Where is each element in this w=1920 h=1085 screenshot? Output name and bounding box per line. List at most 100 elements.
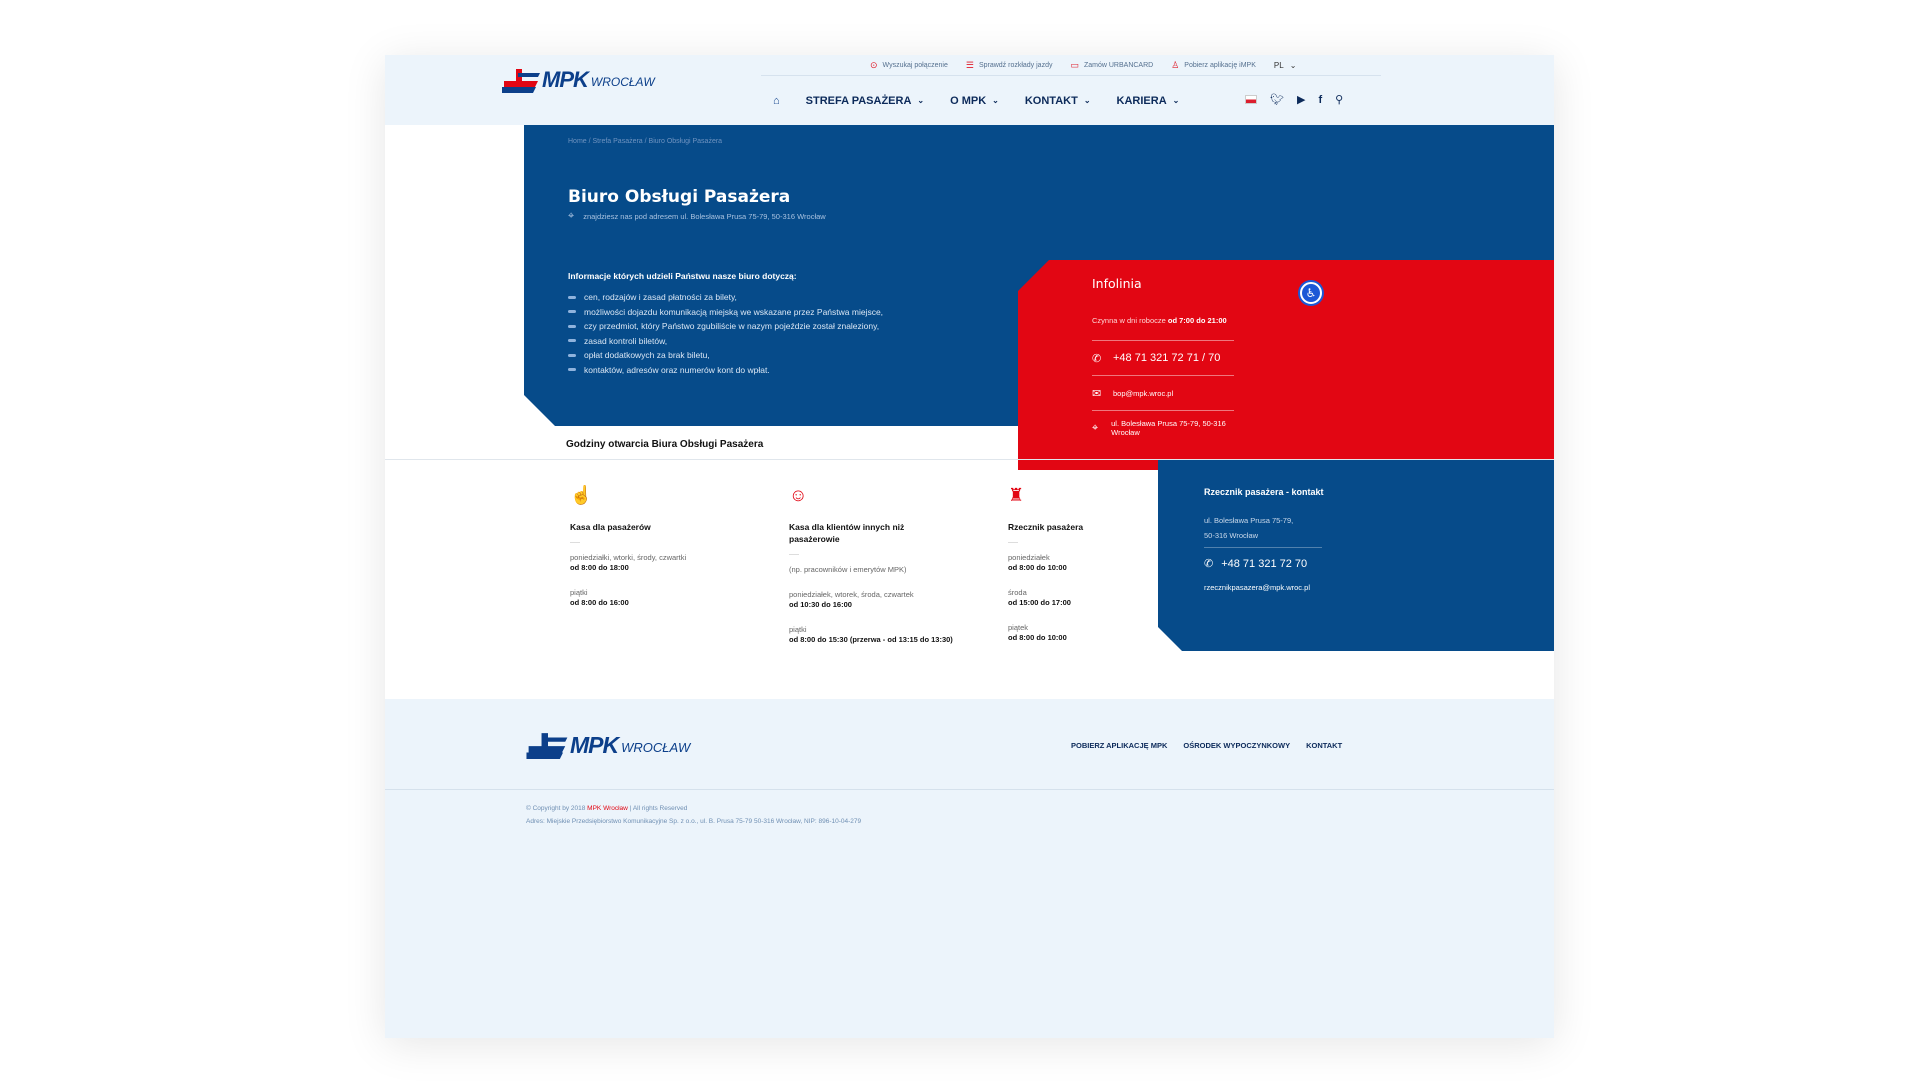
logo-sub-text: WROCŁAW [590,75,655,89]
topbar-label: Sprawdź rozkłady jazdy [978,62,1053,69]
copyright-brand-link[interactable]: MPK Wrocław [587,805,628,812]
list-item: cen, rodzajów i zasad płatności za bilet… [568,290,883,305]
list-item-text: zasad kontroli biletów, [584,335,668,346]
accessibility-icon: ♿︎ [1305,286,1317,300]
location-pin-icon: ⌖ [1092,421,1099,434]
nav-strefa-pasazera[interactable]: STREFA PASAŻERA ⌄ [806,95,924,107]
section-divider [385,459,1554,460]
bip-flag-icon[interactable] [1245,95,1257,104]
hero-address-text: znajdziesz nas pod adresem ul. Bolesława… [583,212,826,221]
infolinia-title: Infolinia [1092,276,1142,291]
column-divider [1008,542,1018,543]
list-item: możliwości dojazdu komunikacją miejską w… [568,305,883,320]
hours-column-kasa: ☝ Kasa dla pasażerów poniedziałki, wtork… [570,485,770,623]
infolinia-email[interactable]: ✉ bop@mpk.wroc.pl [1092,375,1234,410]
rzecznik-email[interactable]: rzecznikpasazera@mpk.wroc.pl [1204,583,1310,592]
footer-link-contact[interactable]: KONTAKT [1306,741,1342,750]
address-text: ul. Bolesława Prusa 75-79, 50-316 Wrocła… [1111,419,1226,437]
email-text: bop@mpk.wroc.pl [1113,388,1174,398]
hours-value: od 8:00 do 15:30 (przerwa - od 13:15 do … [789,635,953,644]
address-line: ul. Bolesława Prusa 75-79, [1204,516,1294,525]
page-title: Biuro Obsługi Pasażera [568,187,791,207]
topbar-timetables[interactable]: ☰ Sprawdź rozkłady jazdy [966,60,1053,71]
list-item: czy przedmiot, który Państwo zgubiliście… [568,319,883,334]
column-divider [570,542,580,543]
site-header: MPK WROCŁAW ⊙ Wyszukaj połączenie ☰ Sprawd… [385,55,1554,125]
topbar-app[interactable]: ♙ Pobierz aplikację iMPK [1171,60,1256,71]
language-value: PL [1273,61,1284,70]
bullet-dash [568,324,576,328]
nav-kariera[interactable]: KARIERA ⌄ [1117,95,1180,107]
nav-kontakt[interactable]: KONTAKT ⌄ [1025,95,1091,107]
list-icon: ☰ [965,60,974,70]
mpk-logo-mark-icon [502,69,540,93]
phone-icon: ✆ [1204,558,1214,570]
bullet-dash [568,339,576,343]
youtube-icon[interactable]: ▶ [1297,93,1305,106]
page-frame: MPK WROCŁAW ⊙ Wyszukaj połączenie ☰ Sprawd… [385,55,1554,1038]
copyright-suffix: | All rights Reserved [629,805,688,812]
column-title: Kasa dla pasażerów [570,522,651,532]
infolinia-phone[interactable]: ✆ +48 71 321 72 71 / 70 [1092,340,1234,375]
language-select[interactable]: PL ⌄ [1274,61,1297,70]
nav-o-mpk[interactable]: O MPK ⌄ [950,95,999,107]
nav-label: STREFA PASAŻERA [805,94,912,107]
info-list: cen, rodzajów i zasad płatności za bilet… [568,290,883,377]
logo-main-text: MPK [570,731,619,758]
social-links: 🐦︎ ▶ f ⚲ [1245,93,1343,106]
hours-prefix: Czynna w dni robocze [1092,316,1166,325]
nav-label: KONTAKT [1024,94,1078,107]
chevron-down-icon: ⌄ [1289,61,1297,70]
user-add-icon: ♙ [1171,60,1180,70]
topbar-label: Pobierz aplikację iMPK [1184,62,1256,69]
topbar-search-route[interactable]: ⊙ Wyszukaj połączenie [870,60,948,71]
mpk-logo-mark-icon [526,733,568,759]
bullet-dash [568,368,576,372]
bullet-dash [568,310,576,314]
ticket-hand-icon: ☝ [570,485,593,505]
topbar-label: Zamów URBANCARD [1083,62,1154,69]
copyright: © Copyright by 2018 MPK Wrocław | All ri… [526,805,687,812]
footer-link-resort[interactable]: OŚRODEK WYPOCZYNKOWY [1183,741,1290,750]
search-icon[interactable]: ⚲ [1335,93,1343,106]
infolinia-card: Infolinia Czynna w dni robocze od 7:00 d… [1018,260,1554,470]
chevron-down-icon: ⌄ [992,96,999,105]
column-divider [789,554,799,555]
list-item-text: kontaktów, adresów oraz numerów kont do … [584,364,770,375]
column-title: Kasa dla klientów innych niż pasażerowie [789,522,905,544]
list-item: opłat dodatkowych za brak biletu, [568,348,883,363]
footer-divider [385,789,1554,790]
hours-column-klienci: ☺ Kasa dla klientów innych niż pasażerow… [789,485,989,660]
infolinia-hours: Czynna w dni robocze od 7:00 do 21:00 [1092,316,1227,325]
site-footer: MPK WROCŁAW POBIERZ APLIKACJĘ MPK OŚRODE… [385,699,1554,1038]
hours-value: od 7:00 do 21:00 [1167,316,1227,325]
list-item-text: czy przedmiot, który Państwo zgubiliście… [584,321,880,332]
mail-icon: ✉ [1092,387,1102,400]
rzecznik-title: Rzecznik pasażera - kontakt [1204,487,1324,497]
topbar-label: Wyszukaj połączenie [882,62,948,69]
infolinia-address: ⌖ ul. Bolesława Prusa 75-79, 50-316 Wroc… [1092,410,1234,445]
phone-text: +48 71 321 72 70 [1221,557,1308,570]
search-route-icon: ⊙ [870,60,878,70]
address-line: 50-316 Wrocław [1204,531,1259,540]
location-pin-icon: ⌖ [568,210,575,222]
group-icon: ☺ [789,485,808,505]
topbar-urbancard[interactable]: ▭ Zamów URBANCARD [1070,60,1153,71]
footer-link-app[interactable]: POBIERZ APLIKACJĘ MPK [1071,741,1167,750]
list-item-text: cen, rodzajów i zasad płatności za bilet… [584,292,737,303]
hours-label: poniedziałek, wtorek, środa, czwartek [789,590,914,599]
rzecznik-phone[interactable]: ✆ +48 71 321 72 70 [1204,557,1308,571]
facebook-icon[interactable]: f [1318,94,1322,106]
rzecznik-address: ul. Bolesława Prusa 75-79, 50-316 Wrocła… [1204,513,1293,543]
mpk-logo[interactable]: MPK WROCŁAW [502,67,655,93]
hours-label: piątki [570,588,588,597]
accessibility-button[interactable]: ♿︎ [1300,282,1322,304]
column-note: (np. pracowników i emerytów MPK) [789,565,907,574]
twitter-icon[interactable]: 🐦︎ [1270,93,1284,106]
footer-logo[interactable]: MPK WROCŁAW [526,731,690,759]
hours-label: poniedziałki, wtorki, środy, czwartki [570,553,687,562]
home-icon[interactable]: ⌂ [773,95,780,107]
hours-value: od 10:30 do 16:00 [789,600,852,609]
list-item-text: możliwości dojazdu komunikacją miejską w… [584,306,884,317]
chevron-down-icon: ⌄ [1172,96,1180,105]
